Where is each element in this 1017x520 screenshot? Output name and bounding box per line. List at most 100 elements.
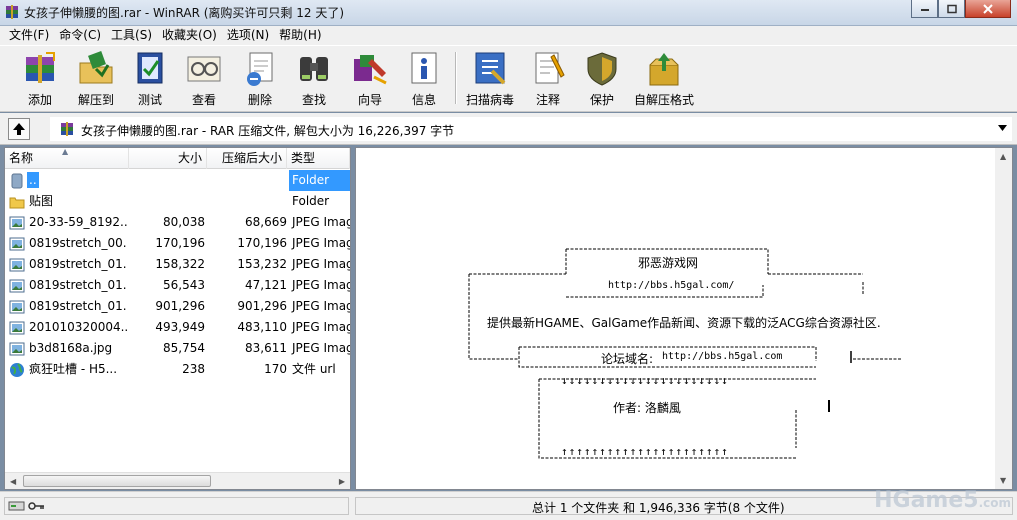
file-name: 20-33-59_8192...	[29, 215, 127, 229]
comment-down-arrows: ↓↓↓↓↓↓↓↓↓↓↓↓↓↓↓↓↓↓↓↓↓↓	[561, 374, 729, 387]
file-packed: 170,196	[237, 236, 287, 250]
test-button[interactable]: 测试	[128, 49, 172, 109]
file-type: JPEG Imag	[292, 278, 350, 292]
scroll-up-icon[interactable]: ▲	[1000, 152, 1006, 161]
horizontal-scrollbar[interactable]: ◀ ▶	[5, 472, 350, 489]
column-type[interactable]: 类型	[287, 148, 350, 169]
file-type: Folder	[289, 170, 350, 191]
menu-tools[interactable]: 工具(S)	[106, 26, 157, 45]
comment-icon	[535, 52, 565, 84]
file-type: JPEG Imag	[292, 257, 350, 271]
file-size: 901,296	[155, 299, 205, 313]
file-name: 0819stretch_00...	[29, 236, 127, 250]
file-name: 贴图	[29, 194, 54, 208]
comment-button[interactable]: 注释	[528, 49, 568, 109]
up-arrow-icon	[13, 123, 25, 135]
test-icon	[137, 52, 163, 84]
file-packed: 83,611	[245, 341, 287, 355]
comment-forum-label: 论坛域名:	[601, 352, 654, 366]
scroll-right-icon[interactable]: ▶	[339, 477, 345, 486]
file-row[interactable]: b3d8168a.jpg 85,754 83,611 JPEG Imag	[5, 338, 350, 359]
file-row[interactable]: 贴图 Folder	[5, 191, 350, 212]
scroll-thumb[interactable]	[23, 475, 211, 487]
minimize-button[interactable]	[911, 0, 938, 18]
add-button[interactable]: 添加	[16, 49, 64, 109]
file-list-header: 名称 ▲ 大小 压缩后大小 类型	[5, 148, 350, 169]
minimize-icon	[920, 8, 929, 11]
file-row[interactable]: 201010320004... 493,949 483,110 JPEG Ima…	[5, 317, 350, 338]
delete-button[interactable]: 删除	[238, 49, 282, 109]
file-packed	[209, 170, 287, 191]
file-type: JPEG Imag	[292, 236, 350, 250]
file-row[interactable]: 0819stretch_00... 170,196 170,196 JPEG I…	[5, 233, 350, 254]
jpeg-file-icon	[9, 237, 25, 251]
drive-icon[interactable]	[8, 500, 26, 512]
file-row[interactable]: 0819stretch_01... 901,296 901,296 JPEG I…	[5, 296, 350, 317]
file-type: 文件 url	[292, 362, 336, 376]
comment-forum-url: http://bbs.h5gal.com	[662, 351, 783, 362]
scan-virus-icon	[475, 52, 506, 85]
file-row[interactable]: 疯狂吐槽 - H5... 238 170 文件 url	[5, 359, 350, 380]
file-packed: 68,669	[245, 215, 287, 229]
vertical-scrollbar[interactable]: ▲ ▼	[995, 148, 1012, 489]
up-folder-button[interactable]	[8, 118, 30, 140]
watermark-suffix: .com	[978, 496, 1011, 510]
folder-icon	[9, 197, 25, 209]
file-row-parent[interactable]: .. Folder	[5, 170, 350, 191]
file-size: 238	[182, 362, 205, 376]
file-name: 0819stretch_01...	[29, 299, 127, 313]
find-button[interactable]: 查找	[292, 49, 336, 109]
file-name: 疯狂吐槽 - H5...	[29, 362, 118, 376]
file-name: 0819stretch_01...	[29, 278, 127, 292]
wizard-icon	[354, 55, 387, 85]
protect-label: 保护	[589, 93, 614, 107]
sfx-button[interactable]: 自解压格式	[632, 49, 696, 109]
file-size: 80,038	[163, 215, 205, 229]
file-packed: 483,110	[237, 320, 287, 334]
close-button[interactable]	[965, 0, 1011, 18]
file-list: 名称 ▲ 大小 压缩后大小 类型 .. Folder 贴图 Folder 20-…	[4, 147, 351, 490]
menu-options[interactable]: 选项(N)	[222, 26, 274, 45]
jpeg-file-icon	[9, 216, 25, 230]
extract-to-button[interactable]: 解压到	[72, 49, 120, 109]
info-button[interactable]: 信息	[402, 49, 446, 109]
menu-help[interactable]: 帮助(H)	[274, 26, 326, 45]
close-icon	[983, 3, 993, 14]
file-type: JPEG Imag	[292, 341, 350, 355]
protect-button[interactable]: 保护	[580, 49, 624, 109]
maximize-button[interactable]	[938, 0, 965, 18]
file-packed: 170	[264, 362, 287, 376]
path-dropdown[interactable]: 女孩子伸懒腰的图.rar - RAR 压缩文件, 解包大小为 16,226,39…	[50, 117, 1012, 141]
status-left-panel	[4, 497, 349, 515]
test-label: 测试	[137, 93, 162, 107]
toolbar-separator	[455, 52, 457, 104]
menu-bar: 文件(F) 命令(C) 工具(S) 收藏夹(O) 选项(N) 帮助(H)	[0, 26, 1017, 45]
chevron-down-icon[interactable]	[998, 125, 1007, 131]
wizard-button[interactable]: 向导	[346, 49, 394, 109]
key-icon[interactable]	[28, 500, 46, 512]
file-row[interactable]: 20-33-59_8192... 80,038 68,669 JPEG Imag	[5, 212, 350, 233]
wizard-label: 向导	[357, 93, 382, 107]
menu-commands[interactable]: 命令(C)	[54, 26, 106, 45]
view-button[interactable]: 查看	[182, 49, 226, 109]
jpeg-file-icon	[9, 321, 25, 335]
protect-icon	[587, 52, 617, 86]
toolbar: 添加 解压到 测试 查看 删除 查找 向导 信息 扫描病毒 注释 保护 自解压格…	[0, 45, 1017, 112]
jpeg-file-icon	[9, 279, 25, 293]
file-packed	[209, 191, 287, 212]
scroll-left-icon[interactable]: ◀	[10, 477, 16, 486]
menu-file[interactable]: 文件(F)	[4, 26, 54, 45]
file-row[interactable]: 0819stretch_01... 158,322 153,232 JPEG I…	[5, 254, 350, 275]
file-name: b3d8168a.jpg	[29, 341, 113, 355]
file-name: ..	[27, 172, 39, 188]
file-packed: 153,232	[237, 257, 287, 271]
file-row[interactable]: 0819stretch_01... 56,543 47,121 JPEG Ima…	[5, 275, 350, 296]
winrar-app-icon[interactable]	[4, 4, 20, 20]
window-title: 女孩子伸懒腰的图.rar - WinRAR (离购买许可只剩 12 天了)	[24, 6, 345, 20]
scan-virus-button[interactable]: 扫描病毒	[462, 49, 518, 109]
view-label: 查看	[191, 93, 216, 107]
column-packed[interactable]: 压缩后大小	[207, 148, 287, 169]
column-size[interactable]: 大小	[129, 148, 207, 169]
menu-favorites[interactable]: 收藏夹(O)	[157, 26, 222, 45]
scroll-down-icon[interactable]: ▼	[1000, 476, 1006, 485]
